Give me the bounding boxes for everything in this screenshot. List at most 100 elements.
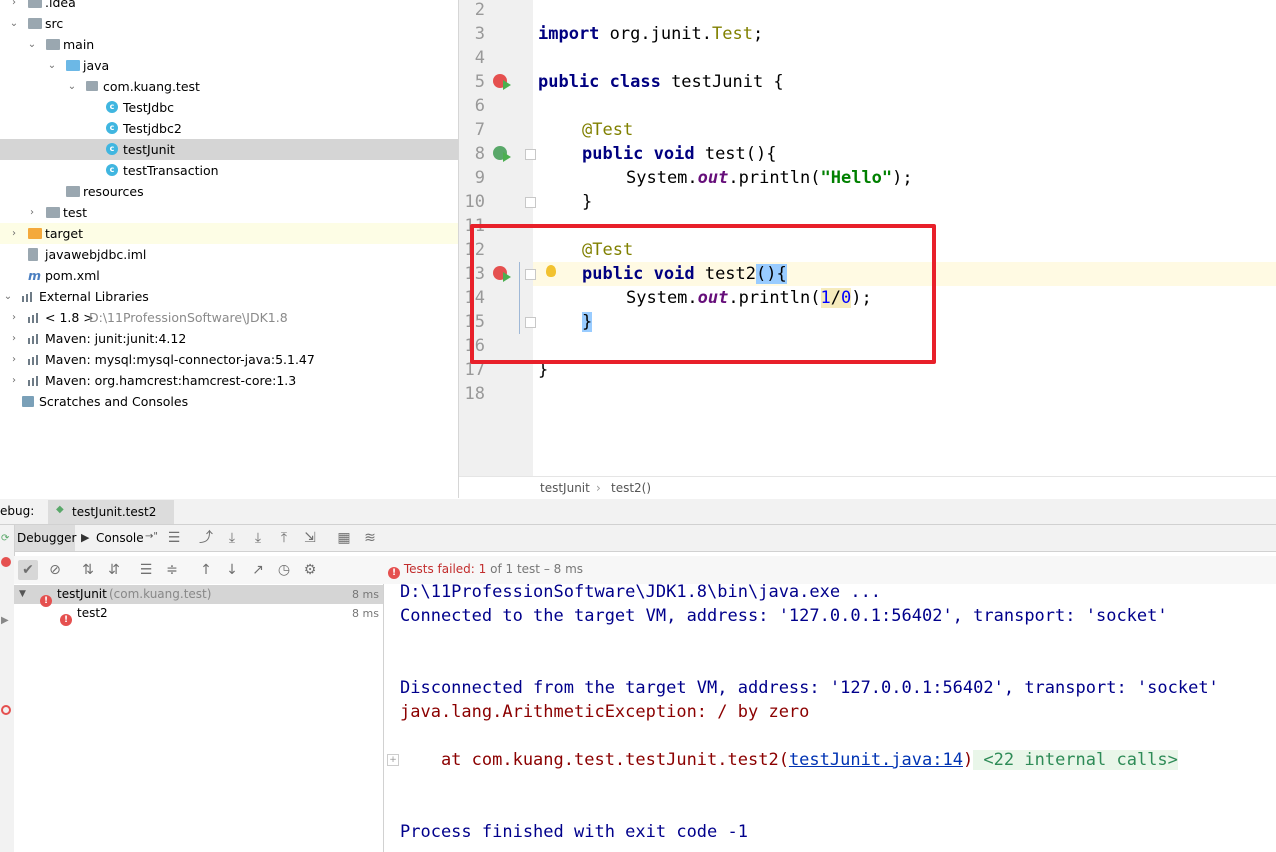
project-tree-item[interactable]: Scratches and Consoles: [0, 391, 458, 412]
project-tree-item-label: Maven: mysql:mysql-connector-java:5.1.47: [45, 352, 315, 367]
breakpoints-icon[interactable]: [1, 705, 11, 715]
show-execution-point-icon[interactable]: ⤴: [198, 530, 214, 546]
project-tree-item[interactable]: javawebjdbc.iml: [0, 244, 458, 265]
line-number: 8: [474, 144, 485, 164]
project-tree-item[interactable]: ⌄ main: [0, 34, 458, 55]
chevron-right-icon[interactable]: ›: [8, 307, 20, 328]
breadcrumb-class[interactable]: testJunit: [540, 477, 590, 499]
project-tree-item[interactable]: resources: [0, 181, 458, 202]
project-tree-item[interactable]: ⌄ java: [0, 55, 458, 76]
maven-file-icon: m: [28, 268, 42, 283]
collapse-all-icon[interactable]: ≑: [164, 562, 180, 578]
project-tree-item[interactable]: › Maven: org.hamcrest:hamcrest-core:1.3: [0, 370, 458, 391]
project-tree-item[interactable]: › < 1.8 > D:\11ProfessionSoftware\JDK1.8: [0, 307, 458, 328]
history-icon[interactable]: ◷: [276, 562, 292, 578]
stack-source-link[interactable]: testJunit.java:14: [789, 750, 963, 770]
debug-session-tab[interactable]: ◆ testJunit.test2: [48, 500, 174, 524]
library-icon: [22, 291, 35, 302]
project-tree-item[interactable]: › test: [0, 202, 458, 223]
chevron-down-icon[interactable]: ⌄: [46, 55, 58, 76]
chevron-right-icon[interactable]: ›: [8, 349, 20, 370]
chevron-right-icon[interactable]: ›: [26, 202, 38, 223]
tab-debugger-label: Debugger: [17, 531, 77, 545]
evaluate-expression-icon[interactable]: ▦: [336, 530, 352, 546]
step-into-icon[interactable]: ⤓: [250, 530, 266, 546]
line-number: 10: [464, 192, 485, 212]
project-tree-item[interactable]: c testJunit: [0, 139, 458, 160]
test-method-name: test2: [77, 606, 108, 620]
sort-alpha-icon[interactable]: ⇅: [80, 562, 96, 578]
project-tree-item[interactable]: ⌄ src: [0, 13, 458, 34]
project-tree-item[interactable]: › .idea: [0, 0, 458, 13]
chevron-down-icon[interactable]: ⌄: [2, 286, 14, 307]
chevron-down-icon[interactable]: ⌄: [26, 34, 38, 55]
step-over-icon[interactable]: ⤓: [224, 530, 240, 546]
debug-tool-window-header: [0, 499, 1276, 525]
chevron-right-icon[interactable]: ›: [8, 223, 20, 244]
project-tree-item-label: testTransaction: [123, 163, 219, 178]
project-tree-item-label: test: [63, 205, 88, 220]
sort-duration-icon[interactable]: ⇵: [106, 562, 122, 578]
scratches-icon: [22, 396, 34, 407]
run-arrow-icon[interactable]: [503, 80, 511, 90]
chevron-down-icon[interactable]: ▼: [19, 585, 26, 604]
expand-frames-icon[interactable]: +: [387, 754, 399, 766]
internal-calls-fold[interactable]: <22 internal calls>: [973, 750, 1178, 770]
code-line-9: System.out.println("Hello");: [626, 168, 913, 188]
fold-marker-icon[interactable]: [525, 197, 536, 208]
code-line-3: import org.junit.Test;: [538, 24, 764, 44]
previous-failed-icon[interactable]: ↑: [198, 562, 214, 578]
code-line-8: public void test(){: [582, 144, 777, 164]
tab-console[interactable]: ▶ Console →": [78, 525, 162, 551]
run-to-cursor-icon[interactable]: ⇲: [302, 530, 318, 546]
run-arrow-icon[interactable]: [503, 152, 511, 162]
project-tree-item[interactable]: c Testjdbc2: [0, 118, 458, 139]
export-icon[interactable]: ↗: [250, 562, 266, 578]
project-tree-item[interactable]: › target: [0, 223, 458, 244]
tab-debugger[interactable]: Debugger: [14, 525, 77, 551]
chevron-down-icon[interactable]: ⌄: [8, 13, 20, 34]
resume-icon[interactable]: ▶: [1, 615, 9, 626]
project-tree-item[interactable]: c TestJdbc: [0, 97, 458, 118]
breadcrumb-method[interactable]: test2(): [611, 477, 651, 499]
test-status-prefix: Tests failed:: [403, 562, 475, 576]
fold-marker-icon[interactable]: [525, 149, 536, 160]
next-failed-icon[interactable]: ↓: [224, 562, 240, 578]
project-tree-item[interactable]: m pom.xml: [0, 265, 458, 286]
test-row-method[interactable]: ! test2 8 ms: [14, 604, 383, 626]
settings-icon[interactable]: ⚙: [302, 562, 318, 578]
breadcrumb-separator: ›: [596, 481, 601, 495]
debug-session-icon: ◆: [56, 504, 64, 515]
chevron-right-icon[interactable]: ›: [8, 0, 20, 13]
test-row-class[interactable]: ▼ ! testJunit (com.kuang.test) 8 ms: [14, 585, 383, 607]
expand-all-icon[interactable]: ☰: [138, 562, 154, 578]
chevron-down-icon[interactable]: ⌄: [66, 76, 78, 97]
project-tree-item-label: Scratches and Consoles: [39, 394, 189, 409]
console-line-disconnected: Disconnected from the target VM, address…: [400, 678, 1219, 698]
chevron-right-icon[interactable]: ›: [8, 328, 20, 349]
line-number: 7: [474, 120, 485, 140]
show-passed-icon[interactable]: ✔: [18, 560, 38, 580]
show-ignored-icon[interactable]: ⊘: [47, 562, 63, 578]
project-tree-item[interactable]: ⌄ External Libraries: [0, 286, 458, 307]
project-tree-item[interactable]: › Maven: junit:junit:4.12: [0, 328, 458, 349]
breadcrumb: testJunit › test2(): [459, 476, 1276, 500]
folder-icon: [46, 207, 60, 218]
library-icon: [28, 354, 41, 365]
menu-icon[interactable]: ☰: [166, 530, 182, 546]
code-line-5: public class testJunit {: [538, 72, 784, 92]
stop-icon[interactable]: [1, 557, 11, 567]
project-tree-item[interactable]: c testTransaction: [0, 160, 458, 181]
project-tree-item[interactable]: › Maven: mysql:mysql-connector-java:5.1.4…: [0, 349, 458, 370]
project-tree-item-path: D:\11ProfessionSoftware\JDK1.8: [89, 310, 288, 325]
project-tree-item-label: pom.xml: [45, 268, 100, 283]
step-out-icon[interactable]: ⤒: [276, 530, 292, 546]
rerun-icon[interactable]: ⟳: [1, 533, 9, 544]
folder-icon: [66, 186, 80, 197]
folder-icon: [46, 39, 60, 50]
trace-icon[interactable]: ≋: [362, 530, 378, 546]
project-tree-item[interactable]: ⌄ com.kuang.test: [0, 76, 458, 97]
console-line-exit: Process finished with exit code -1: [400, 822, 748, 842]
chevron-right-icon[interactable]: ›: [8, 370, 20, 391]
project-tree-item-label: Maven: junit:junit:4.12: [45, 331, 187, 346]
